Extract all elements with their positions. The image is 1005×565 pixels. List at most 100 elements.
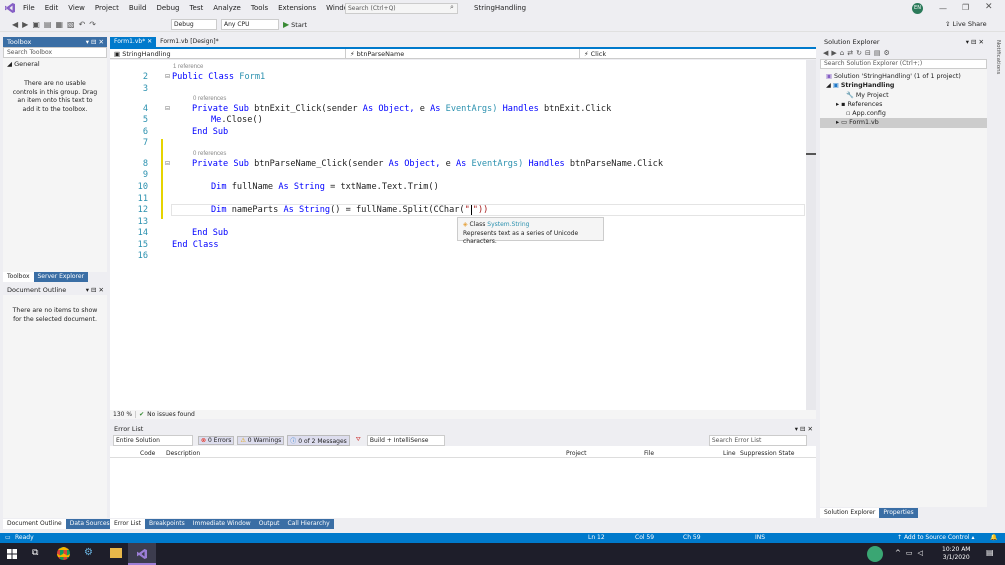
- file-explorer-icon[interactable]: [110, 548, 122, 558]
- visual-studio-logo-icon[interactable]: [4, 2, 16, 14]
- close-icon[interactable]: ▾ ⊟ ✕: [86, 37, 107, 47]
- forward-icon[interactable]: ▶: [831, 49, 836, 57]
- refresh-icon[interactable]: ↻: [856, 49, 862, 57]
- task-view-icon[interactable]: ⧉: [32, 548, 38, 558]
- collapse-all-icon[interactable]: ⊟: [865, 49, 871, 57]
- menu-test[interactable]: Test: [184, 0, 208, 17]
- tab-error-list[interactable]: Error List: [110, 519, 146, 529]
- back-icon[interactable]: ◀: [10, 20, 20, 29]
- tab-form1-design[interactable]: Form1.vb [Design]*: [156, 37, 223, 47]
- home-icon[interactable]: ⌂: [840, 49, 844, 57]
- tab-server-explorer[interactable]: Server Explorer: [33, 272, 89, 282]
- column-code[interactable]: Code: [140, 450, 155, 457]
- warnings-filter[interactable]: ⚠ 0 Warnings: [237, 435, 285, 445]
- column-file[interactable]: File: [644, 450, 654, 457]
- build-dropdown[interactable]: Build + IntelliSense: [366, 434, 445, 446]
- event-dropdown[interactable]: ⚡ Click: [584, 49, 606, 59]
- close-icon[interactable]: ✕: [985, 2, 993, 12]
- menu-file[interactable]: File: [18, 0, 40, 17]
- network-icon[interactable]: ▭: [906, 549, 913, 557]
- forward-icon[interactable]: ▶: [20, 20, 30, 29]
- notifications-tab[interactable]: Notifications: [991, 40, 1001, 80]
- column-line[interactable]: Line: [723, 450, 736, 457]
- avatar[interactable]: EN: [912, 3, 923, 14]
- issues-status[interactable]: No issues found: [147, 411, 195, 418]
- tree-my-project[interactable]: 🔧 My Project: [820, 91, 987, 100]
- toolbox-group[interactable]: ◢ General: [7, 60, 103, 68]
- source-control-button[interactable]: ↑ Add to Source Control ▴: [897, 533, 975, 543]
- zoom-level[interactable]: 130 %: [110, 411, 137, 418]
- windows-start-icon[interactable]: [7, 549, 17, 561]
- column-suppression[interactable]: Suppression State: [740, 450, 794, 457]
- show-all-icon[interactable]: ▤: [874, 49, 881, 57]
- tree-project[interactable]: ◢ ▣ StringHandling: [820, 81, 987, 90]
- taskbar-visual-studio[interactable]: [128, 543, 156, 565]
- start-button[interactable]: ▶ Start: [283, 19, 307, 30]
- back-icon[interactable]: ◀: [823, 49, 828, 57]
- menu-build[interactable]: Build: [124, 0, 152, 17]
- redo-icon[interactable]: ↷: [87, 20, 98, 29]
- tab-form1-vb[interactable]: Form1.vb* ✕: [110, 37, 157, 47]
- column-description[interactable]: Description: [166, 450, 200, 457]
- menu-edit[interactable]: Edit: [40, 0, 64, 17]
- menu-debug[interactable]: Debug: [151, 0, 184, 17]
- undo-icon[interactable]: ↶: [77, 20, 88, 29]
- toolbox-search[interactable]: Search Toolbox: [3, 47, 107, 58]
- close-icon[interactable]: ▾ ⊟ ✕: [795, 424, 816, 434]
- collapse-icon[interactable]: ⊟: [165, 160, 170, 167]
- filter-icon[interactable]: ⛛: [356, 436, 361, 444]
- tree-solution[interactable]: ▣ Solution 'StringHandling' (1 of 1 proj…: [820, 72, 987, 81]
- tab-immediate-window[interactable]: Immediate Window: [188, 519, 255, 529]
- minimize-icon[interactable]: —: [939, 4, 947, 13]
- tab-breakpoints[interactable]: Breakpoints: [145, 519, 189, 529]
- tab-output[interactable]: Output: [254, 519, 284, 529]
- editor-vertical-scrollbar[interactable]: [806, 60, 816, 410]
- live-share-button[interactable]: ⇪ Live Share: [945, 20, 987, 28]
- codelens-references[interactable]: 1 reference: [173, 64, 203, 70]
- volume-icon[interactable]: ◁: [918, 549, 923, 557]
- tab-call-hierarchy[interactable]: Call Hierarchy: [283, 519, 334, 529]
- error-search-input[interactable]: Search Error List: [708, 434, 807, 446]
- platform-dropdown[interactable]: Any CPU: [221, 19, 279, 30]
- save-all-icon[interactable]: ▧: [65, 20, 77, 29]
- member-dropdown[interactable]: ⚡ btnParseName: [350, 49, 580, 59]
- action-center-icon[interactable]: ▤: [986, 548, 994, 557]
- tab-solution-explorer[interactable]: Solution Explorer: [820, 508, 880, 518]
- tray-chevron-icon[interactable]: ^: [895, 549, 901, 557]
- clock[interactable]: 10:20 AM 3/1/2020: [942, 546, 970, 562]
- menu-analyze[interactable]: Analyze: [208, 0, 246, 17]
- menu-project[interactable]: Project: [90, 0, 124, 17]
- column-project[interactable]: Project: [566, 450, 587, 457]
- tab-toolbox[interactable]: Toolbox: [3, 272, 34, 282]
- config-dropdown[interactable]: Debug: [171, 19, 217, 30]
- solution-search-input[interactable]: Search Solution Explorer (Ctrl+;): [820, 59, 987, 69]
- close-icon[interactable]: ▾ ⊟ ✕: [966, 37, 987, 47]
- tray-app-icon[interactable]: [867, 546, 883, 562]
- tree-app-config[interactable]: ▫ App.config: [820, 109, 987, 118]
- notification-bell-icon[interactable]: 🔔: [990, 533, 997, 543]
- errors-filter[interactable]: ⊗ 0 Errors: [198, 435, 235, 445]
- menu-extensions[interactable]: Extensions: [273, 0, 321, 17]
- properties-icon[interactable]: ⚙: [883, 49, 889, 57]
- search-input[interactable]: Search (Ctrl+Q): [345, 3, 458, 14]
- tree-references[interactable]: ▸ ▪ References: [820, 100, 987, 109]
- menu-view[interactable]: View: [63, 0, 90, 17]
- app-icon[interactable]: ⚙: [84, 547, 93, 558]
- search-icon[interactable]: ⌕: [450, 3, 454, 12]
- tab-properties[interactable]: Properties: [879, 508, 918, 518]
- tab-data-sources[interactable]: Data Sources: [65, 519, 114, 529]
- messages-filter[interactable]: ⓘ 0 of 2 Messages: [287, 434, 350, 446]
- chrome-icon[interactable]: [57, 547, 70, 560]
- sync-icon[interactable]: ⇄: [847, 49, 853, 57]
- new-project-icon[interactable]: ▣: [30, 20, 42, 29]
- project-dropdown[interactable]: ▣ StringHandling: [114, 49, 346, 59]
- codelens-references[interactable]: 0 references: [193, 151, 226, 157]
- scope-dropdown[interactable]: Entire Solution: [113, 434, 193, 446]
- maximize-icon[interactable]: ❐: [962, 3, 969, 12]
- menu-tools[interactable]: Tools: [246, 0, 273, 17]
- tree-form1[interactable]: ▸ ▭ Form1.vb: [820, 118, 987, 128]
- save-icon[interactable]: ▦: [53, 20, 65, 29]
- codelens-references[interactable]: 0 references: [193, 96, 226, 102]
- open-icon[interactable]: ▤: [42, 20, 54, 29]
- tab-document-outline[interactable]: Document Outline: [3, 519, 66, 529]
